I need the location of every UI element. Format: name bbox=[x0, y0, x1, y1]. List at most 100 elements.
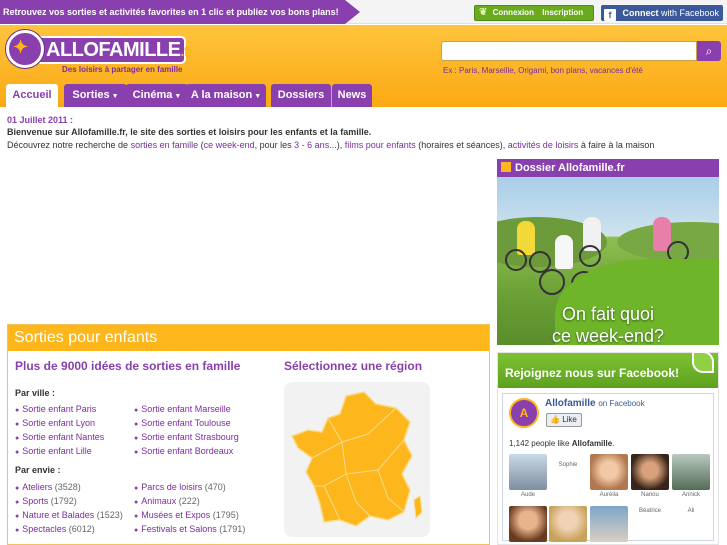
fan-face[interactable] bbox=[509, 506, 547, 542]
item-count: (470) bbox=[204, 482, 226, 492]
fan-face[interactable] bbox=[590, 506, 628, 542]
link-nature-balades[interactable]: Nature et Balades bbox=[22, 510, 94, 520]
bullet-icon: ● bbox=[15, 435, 20, 442]
bullet-icon: ● bbox=[15, 407, 20, 414]
france-shape[interactable] bbox=[290, 391, 413, 527]
list-item: ● Sortie enfant Bordeaux bbox=[134, 445, 239, 459]
fan-face[interactable]: Annick bbox=[672, 454, 710, 502]
search-input[interactable] bbox=[441, 41, 697, 61]
fan-face[interactable]: Ali bbox=[672, 506, 710, 526]
tab-cinema[interactable]: Cinéma ▼ bbox=[126, 84, 188, 107]
facebook-connect-button[interactable]: f Connect with Facebook bbox=[601, 5, 723, 21]
list-item: ● Festivals et Salons (1791) bbox=[134, 523, 245, 537]
fan-face[interactable]: Sophie bbox=[549, 454, 587, 502]
bullet-icon: ● bbox=[134, 407, 139, 414]
bullet-icon: ● bbox=[15, 485, 20, 492]
tab-dossiers[interactable]: Dossiers bbox=[271, 84, 331, 107]
like-count-prefix: 1,142 people like bbox=[509, 439, 572, 448]
page-name[interactable]: Allofamille bbox=[545, 398, 596, 409]
site-logo[interactable]: ALLOFAMILLE.fr ✦ bbox=[6, 30, 193, 70]
like-count-name: Allofamille bbox=[571, 439, 613, 448]
discover-close: ), bbox=[336, 140, 345, 150]
link-musees-expos[interactable]: Musées et Expos bbox=[141, 510, 210, 520]
link-films-pour-enfants[interactable]: films pour enfants bbox=[345, 140, 416, 150]
avatar bbox=[631, 454, 669, 490]
list-item: ● Sortie enfant Marseille bbox=[134, 403, 239, 417]
link-ce-week-end[interactable]: ce week-end bbox=[204, 140, 255, 150]
list-item: ● Ateliers (3528) bbox=[15, 481, 123, 495]
link-activites-de-loisirs[interactable]: activités de loisirs bbox=[508, 140, 579, 150]
item-count: (1792) bbox=[50, 496, 77, 506]
facebook-box: Rejoignez nous sur Facebook! A Allofamil… bbox=[497, 351, 719, 545]
avatar bbox=[590, 454, 628, 490]
link-sortie-lille[interactable]: Sortie enfant Lille bbox=[22, 446, 92, 456]
corsica-shape[interactable] bbox=[413, 495, 423, 520]
tab-accueil[interactable]: Accueil bbox=[6, 84, 58, 107]
ville-list-1: ● Sortie enfant Paris ● Sortie enfant Lyon… bbox=[15, 403, 104, 459]
sorties-title: Plus de 9000 idées de sorties en famille bbox=[15, 359, 241, 373]
facebook-like-button[interactable]: 👍 Like bbox=[546, 413, 582, 427]
sorties-panel: Sorties pour enfants Plus de 9000 idées … bbox=[7, 324, 490, 545]
list-item: ● Musées et Expos (1795) bbox=[134, 509, 245, 523]
register-link[interactable]: Inscription bbox=[542, 8, 583, 17]
fan-face[interactable]: Béatrice bbox=[631, 506, 669, 526]
fan-face[interactable] bbox=[549, 506, 587, 542]
login-register-button[interactable]: ❦ Connexion Inscription bbox=[474, 5, 594, 21]
bullet-icon: ● bbox=[134, 499, 139, 506]
avatar bbox=[549, 506, 587, 542]
like-count-suffix: . bbox=[612, 439, 615, 448]
tab-news[interactable]: News bbox=[332, 84, 372, 107]
link-sortie-bordeaux[interactable]: Sortie enfant Bordeaux bbox=[141, 446, 233, 456]
avatar bbox=[672, 454, 710, 490]
link-sortie-paris[interactable]: Sortie enfant Paris bbox=[22, 404, 96, 414]
fan-face[interactable]: Nanou bbox=[631, 454, 669, 502]
bullet-icon: ● bbox=[134, 421, 139, 428]
allofamille-avatar[interactable]: A bbox=[509, 398, 539, 428]
facebook-like-box: A Allofamille on Facebook 👍 Like 1,142 p… bbox=[502, 393, 714, 542]
fan-face[interactable]: Aude bbox=[509, 454, 547, 502]
link-sports[interactable]: Sports bbox=[22, 496, 48, 506]
bullet-icon: ● bbox=[134, 435, 139, 442]
link-ateliers[interactable]: Ateliers bbox=[22, 482, 52, 492]
region-map[interactable] bbox=[284, 382, 430, 537]
bullet-icon: ● bbox=[134, 513, 139, 520]
chevron-down-icon: ▼ bbox=[254, 93, 262, 100]
link-sortie-nantes[interactable]: Sortie enfant Nantes bbox=[22, 432, 104, 442]
link-spectacles[interactable]: Spectacles bbox=[22, 524, 66, 534]
search-button[interactable]: ⌕ bbox=[697, 41, 721, 61]
facebook-page-name[interactable]: Allofamille on Facebook bbox=[545, 398, 645, 409]
facebook-connect-prefix: Connect bbox=[622, 8, 659, 18]
facebook-box-title: Rejoignez nous sur Facebook! bbox=[505, 366, 680, 380]
list-item: ● Sortie enfant Strasbourg bbox=[134, 431, 239, 445]
link-sorties-en-famille[interactable]: sorties en famille bbox=[131, 140, 199, 150]
dossier-image[interactable]: On fait quoi ce week-end? bbox=[497, 177, 719, 345]
dossier-slogan: On fait quoi ce week-end? bbox=[497, 303, 719, 345]
welcome-text: Bienvenue sur Allofamille.fr, le site de… bbox=[7, 127, 372, 137]
france-map[interactable] bbox=[284, 382, 430, 537]
list-item: ● Nature et Balades (1523) bbox=[15, 509, 123, 523]
tab-label: Sorties bbox=[72, 89, 110, 101]
link-age-range[interactable]: 3 - 6 ans... bbox=[294, 140, 337, 150]
tab-sorties[interactable]: Sorties ▼ bbox=[64, 84, 127, 107]
link-sortie-marseille[interactable]: Sortie enfant Marseille bbox=[141, 404, 231, 414]
bullet-icon: ● bbox=[134, 485, 139, 492]
link-sortie-lyon[interactable]: Sortie enfant Lyon bbox=[22, 418, 95, 428]
link-parcs-de-loisirs[interactable]: Parcs de loisirs bbox=[141, 482, 202, 492]
fan-face[interactable]: Auréila bbox=[590, 454, 628, 502]
tab-a-la-maison[interactable]: A la maison ▼ bbox=[186, 84, 266, 107]
link-sortie-toulouse[interactable]: Sortie enfant Toulouse bbox=[141, 418, 230, 428]
leaf-icon: ❦ bbox=[479, 7, 488, 18]
item-count: (222) bbox=[178, 496, 200, 506]
search-hint: Ex : Paris, Marseille, Origami, bon plan… bbox=[443, 66, 643, 75]
login-link[interactable]: Connexion bbox=[493, 8, 534, 17]
tab-label: News bbox=[337, 89, 367, 101]
current-date: 01 Juillet 2011 : bbox=[7, 115, 74, 125]
dossier-box[interactable]: Dossier Allofamille.fr On fait quoi ce w… bbox=[497, 159, 719, 345]
item-count: (3528) bbox=[54, 482, 81, 492]
promo-banner[interactable]: Retrouvez vos sorties et activités favor… bbox=[0, 0, 360, 24]
tagline: Des loisirs à partager en famille bbox=[62, 65, 183, 74]
link-festivals-salons[interactable]: Festivals et Salons bbox=[141, 524, 217, 534]
link-sortie-strasbourg[interactable]: Sortie enfant Strasbourg bbox=[141, 432, 239, 442]
link-animaux[interactable]: Animaux bbox=[141, 496, 176, 506]
region-title: Sélectionnez une région bbox=[284, 359, 423, 373]
